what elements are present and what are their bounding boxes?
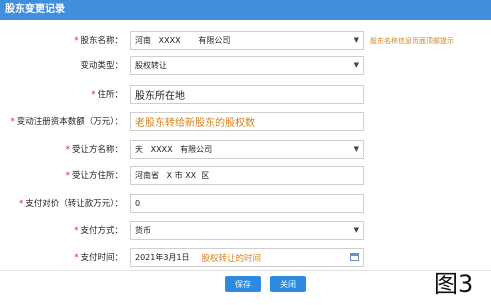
figure-label: 图3 (434, 270, 474, 298)
payment-amount-input[interactable]: 0 (130, 194, 364, 213)
required-mark: * (74, 35, 79, 46)
chevron-down-icon: ▼ (353, 61, 359, 69)
transferee-address-row: * 受让方住所： 河南省 X 市 XX 区 (0, 164, 491, 188)
transferee-address-input[interactable]: 河南省 X 市 XX 区 (130, 166, 364, 185)
address-label: * 住所： (91, 83, 123, 107)
calendar-icon[interactable] (350, 253, 359, 261)
chevron-down-icon: ▼ (353, 36, 359, 44)
transferee-address-label-text: 受让方住所： (71, 170, 123, 181)
payment-method-value: 货币 (135, 226, 151, 235)
payment-time-row: * 支付时间： 2021年3月1日 股权转让的时间 (0, 246, 491, 270)
transferee-address-label: * 受让方住所： (66, 164, 123, 188)
shareholder-name-hint: 股东名称信息页面顶部提示 (370, 37, 454, 45)
required-mark: * (18, 198, 24, 209)
payment-time-label-text: 支付时间： (80, 252, 123, 263)
transferee-name-select[interactable]: 天 XXXX 有限公司 ▼ (130, 140, 364, 159)
required-mark: * (74, 252, 79, 263)
change-type-select[interactable]: 股权转让 ▼ (130, 56, 364, 75)
required-mark: * (74, 225, 79, 236)
change-amount-label: * 变动注册资本数额（万元）： (7, 110, 123, 134)
required-mark: * (65, 170, 70, 181)
address-input[interactable]: 股东所在地 (130, 85, 364, 104)
change-type-label: 变动类型： (80, 60, 123, 71)
payment-amount-label: * 支付对价（转让款万元）： (7, 192, 123, 216)
transferee-name-value: 天 XXXX 有限公司 (135, 145, 213, 154)
payment-method-label-text: 支付方式： (80, 225, 123, 236)
payment-time-input[interactable]: 2021年3月1日 股权转让的时间 (130, 248, 364, 267)
change-amount-input[interactable]: 老股东转给新股东的股权数 (130, 112, 364, 131)
transferee-name-row: * 受让方名称： 天 XXXX 有限公司 ▼ (0, 138, 491, 162)
payment-method-select[interactable]: 货币 ▼ (130, 221, 364, 240)
address-label-text: 住所： (97, 89, 123, 100)
shareholder-name-value: 河南 XXXX 有限公司 (135, 36, 231, 45)
window-title: 股东变更记录 (0, 0, 491, 20)
required-mark: * (91, 89, 96, 100)
change-type-row: 变动类型： 股权转让 ▼ (0, 54, 491, 78)
payment-amount-row: * 支付对价（转让款万元）： 0 (0, 192, 491, 216)
payment-method-row: * 支付方式： 货币 ▼ (0, 219, 491, 243)
chevron-down-icon: ▼ (353, 145, 359, 153)
change-type-value: 股权转让 (135, 61, 167, 70)
shareholder-name-label: * 股东名称： (74, 29, 123, 53)
shareholder-name-label-text: 股东名称： (80, 35, 123, 46)
payment-amount-label-text: 支付对价（转让款万元）： (25, 198, 123, 209)
address-row: * 住所： 股东所在地 (0, 83, 491, 107)
shareholder-name-select[interactable]: 河南 XXXX 有限公司 ▼ (130, 31, 364, 50)
payment-method-label: * 支付方式： (74, 219, 123, 243)
change-amount-placeholder: 老股东转给新股东的股权数 (135, 118, 255, 129)
payment-time-value: 2021年3月1日 (135, 253, 190, 262)
payment-time-label: * 支付时间： (74, 246, 123, 270)
change-amount-label-text: 变动注册资本数额（万元）： (16, 116, 123, 127)
required-mark: * (65, 144, 70, 155)
required-mark: * (10, 116, 15, 127)
chevron-down-icon: ▼ (353, 226, 359, 234)
payment-time-hint: 股权转让的时间 (201, 253, 262, 264)
transferee-name-label: * 受让方名称： (66, 138, 123, 162)
form-footer: 保存 关闭 (0, 270, 491, 305)
shareholder-name-row: * 股东名称： 河南 XXXX 有限公司 ▼ 股东名称信息页面顶部提示 (0, 29, 491, 53)
transferee-name-label-text: 受让方名称： (71, 144, 123, 155)
change-amount-row: * 变动注册资本数额（万元）： 老股东转给新股东的股权数 (0, 110, 491, 134)
save-button[interactable]: 保存 (225, 276, 261, 292)
close-button[interactable]: 关闭 (270, 276, 306, 292)
